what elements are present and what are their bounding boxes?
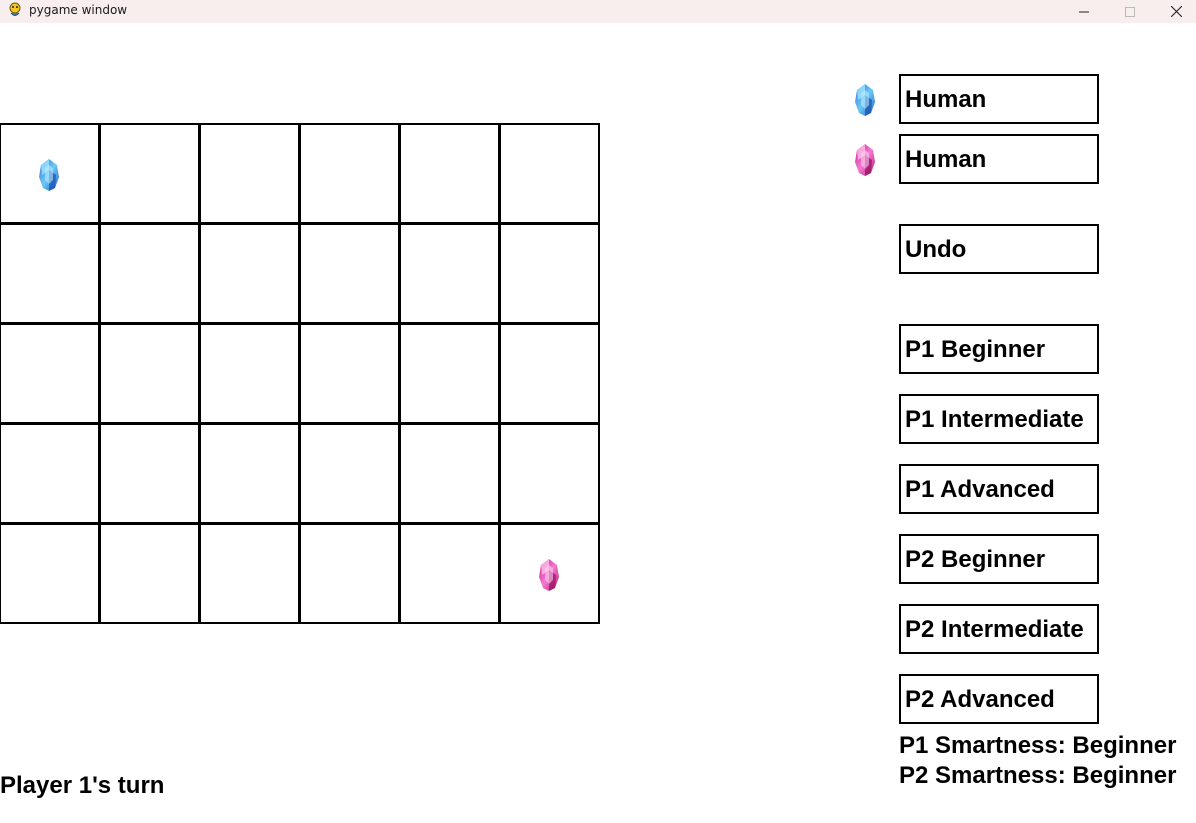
board-cell-r4-c1[interactable] bbox=[99, 523, 200, 624]
maximize-icon bbox=[1125, 6, 1135, 17]
close-button[interactable] bbox=[1153, 0, 1196, 23]
pink-gem-icon bbox=[854, 143, 876, 177]
board-cell-r2-c3[interactable] bbox=[299, 323, 400, 424]
board-cell-r0-c4[interactable] bbox=[399, 123, 500, 224]
board-cell-r3-c2[interactable] bbox=[199, 423, 300, 524]
board-cell-r2-c0[interactable] bbox=[0, 323, 100, 424]
board-cell-r4-c0[interactable] bbox=[0, 523, 100, 624]
board-cell-r1-c4[interactable] bbox=[399, 223, 500, 324]
board-cell-r2-c5[interactable] bbox=[499, 323, 600, 424]
board-cell-r2-c2[interactable] bbox=[199, 323, 300, 424]
p1-intermediate-button[interactable]: P1 Intermediate bbox=[899, 394, 1099, 444]
board-cell-r4-c4[interactable] bbox=[399, 523, 500, 624]
board-cell-r1-c0[interactable] bbox=[0, 223, 100, 324]
p2-smartness-label: P2 Smartness: Beginner bbox=[899, 762, 1177, 789]
pink-gem-icon[interactable] bbox=[538, 558, 560, 592]
game-board bbox=[0, 123, 600, 624]
board-cell-r3-c1[interactable] bbox=[99, 423, 200, 524]
blue-gem-icon bbox=[854, 83, 876, 117]
minimize-button[interactable] bbox=[1061, 0, 1107, 23]
p1-beginner-button[interactable]: P1 Beginner bbox=[899, 324, 1099, 374]
board-cell-r0-c2[interactable] bbox=[199, 123, 300, 224]
board-cell-r1-c3[interactable] bbox=[299, 223, 400, 324]
board-cell-r1-c2[interactable] bbox=[199, 223, 300, 324]
player2-type-button[interactable]: Human bbox=[899, 134, 1099, 184]
player1-type-button[interactable]: Human bbox=[899, 74, 1099, 124]
board-cell-r0-c3[interactable] bbox=[299, 123, 400, 224]
board-cell-r2-c4[interactable] bbox=[399, 323, 500, 424]
title-bar: pygame window bbox=[0, 0, 1196, 23]
board-cell-r3-c3[interactable] bbox=[299, 423, 400, 524]
pygame-snake-icon bbox=[7, 2, 23, 18]
board-cell-r1-c1[interactable] bbox=[99, 223, 200, 324]
p1-smartness-label: P1 Smartness: Beginner bbox=[899, 732, 1177, 759]
board-cell-r1-c5[interactable] bbox=[499, 223, 600, 324]
p2-beginner-button[interactable]: P2 Beginner bbox=[899, 534, 1099, 584]
board-cell-r0-c1[interactable] bbox=[99, 123, 200, 224]
board-cell-r2-c1[interactable] bbox=[99, 323, 200, 424]
board-cell-r4-c3[interactable] bbox=[299, 523, 400, 624]
window-title: pygame window bbox=[29, 3, 128, 17]
board-cell-r0-c5[interactable] bbox=[499, 123, 600, 224]
p2-advanced-button[interactable]: P2 Advanced bbox=[899, 674, 1099, 724]
minimize-icon bbox=[1079, 7, 1089, 17]
turn-status: Player 1's turn bbox=[0, 772, 165, 799]
blue-gem-icon[interactable] bbox=[38, 158, 60, 192]
maximize-button[interactable] bbox=[1107, 0, 1153, 23]
undo-button[interactable]: Undo bbox=[899, 224, 1099, 274]
board-cell-r3-c5[interactable] bbox=[499, 423, 600, 524]
board-cell-r4-c2[interactable] bbox=[199, 523, 300, 624]
close-icon bbox=[1170, 6, 1182, 17]
p2-intermediate-button[interactable]: P2 Intermediate bbox=[899, 604, 1099, 654]
board-cell-r3-c0[interactable] bbox=[0, 423, 100, 524]
board-cell-r3-c4[interactable] bbox=[399, 423, 500, 524]
p1-advanced-button[interactable]: P1 Advanced bbox=[899, 464, 1099, 514]
